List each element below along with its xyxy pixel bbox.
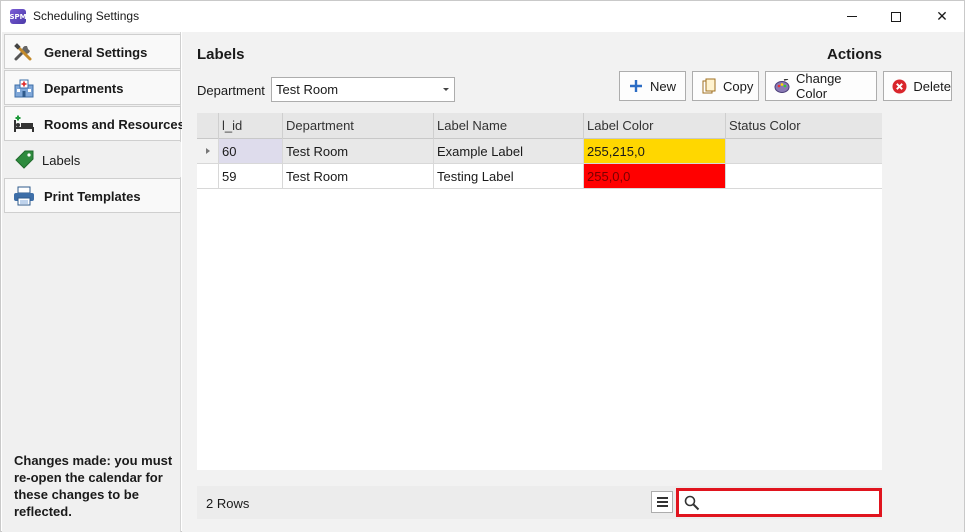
bed-icon (14, 115, 34, 132)
search-icon (684, 495, 700, 511)
palette-icon (774, 78, 790, 94)
row-count: 2 Rows (206, 496, 250, 511)
cell-label-color[interactable]: 255,215,0 (584, 139, 726, 163)
grid-menu-button[interactable] (651, 491, 673, 513)
copy-button-label: Copy (723, 78, 754, 94)
maximize-button[interactable] (873, 1, 919, 32)
labels-grid[interactable]: l_id Department Label Name Label Color S… (197, 113, 882, 470)
sidebar-item-label: Print Templates (44, 189, 141, 204)
window-title: Scheduling Settings (33, 9, 140, 23)
sidebar-item-general-settings[interactable]: General Settings (4, 34, 181, 69)
row-indicator[interactable] (197, 139, 219, 163)
new-button-label: New (650, 78, 677, 94)
sidebar-item-label: Labels (42, 153, 81, 168)
sidebar-item-label: Departments (44, 81, 124, 96)
cell-status-color[interactable] (726, 164, 882, 188)
copy-icon (701, 78, 717, 94)
grid-header: l_id Department Label Name Label Color S… (197, 113, 882, 139)
printer-icon (14, 186, 34, 206)
row-indicator-header (197, 113, 219, 139)
row-indicator[interactable] (197, 164, 219, 188)
title-bar: SPM Scheduling Settings ✕ (1, 1, 964, 32)
search-input[interactable] (703, 494, 873, 512)
close-button[interactable]: ✕ (919, 1, 965, 32)
cell-department[interactable]: Test Room (283, 164, 434, 188)
department-select-value: Test Room (276, 82, 339, 97)
department-label: Department (197, 83, 265, 98)
column-header-label-name[interactable]: Label Name (434, 113, 584, 139)
actions-heading: Actions (827, 46, 883, 63)
sidebar-item-label: Rooms and Resources (44, 117, 185, 132)
cell-label-color[interactable]: 255,0,0 (584, 164, 726, 188)
new-button[interactable]: New (619, 71, 686, 101)
copy-button[interactable]: Copy (692, 71, 759, 101)
column-header-status-color[interactable]: Status Color (726, 113, 882, 139)
page-title: Labels (197, 46, 245, 63)
cell-department[interactable]: Test Room (283, 139, 434, 163)
cell-status-color[interactable] (726, 139, 882, 163)
menu-icon-line (656, 505, 668, 507)
sidebar-item-label: General Settings (44, 45, 148, 60)
delete-button-label: Delete (913, 78, 951, 94)
column-header-l-id[interactable]: l_id (219, 113, 283, 139)
sidebar-item-rooms-and-resources[interactable]: Rooms and Resources (4, 106, 185, 141)
changes-note: Changes made: you must re-open the calen… (14, 453, 173, 519)
sidebar-item-print-templates[interactable]: Print Templates (4, 178, 181, 213)
close-icon: ✕ (936, 8, 948, 25)
current-row-arrow-icon (206, 148, 210, 154)
table-row[interactable]: 59 Test Room Testing Label 255,0,0 (197, 164, 882, 189)
delete-icon (892, 78, 907, 94)
maximize-icon (891, 11, 901, 22)
sidebar-item-departments[interactable]: Departments (4, 70, 181, 105)
cell-l-id[interactable]: 60 (219, 139, 283, 163)
minimize-button[interactable] (829, 1, 875, 32)
department-select[interactable]: Test Room (271, 77, 455, 102)
tools-icon (14, 43, 32, 61)
cell-l-id[interactable]: 59 (219, 164, 283, 188)
settings-sidebar: General Settings Departments Rooms and R… (2, 32, 185, 532)
grid-footer: 2 Rows (197, 486, 882, 519)
table-row[interactable]: 60 Test Room Example Label 255,215,0 (197, 139, 882, 164)
sidebar-item-labels[interactable]: Labels (4, 142, 181, 177)
app-icon-text: SPM (9, 12, 27, 21)
minimize-icon (847, 16, 857, 17)
menu-icon-line (656, 501, 668, 503)
app-icon: SPM (9, 9, 27, 24)
scheduling-settings-window: SPM Scheduling Settings ✕ General Settin… (0, 0, 965, 532)
change-color-button-label: Change Color (796, 71, 842, 101)
delete-button[interactable]: Delete (883, 71, 952, 101)
menu-icon (656, 497, 668, 499)
search-box[interactable] (676, 488, 882, 517)
cell-label-name[interactable]: Example Label (434, 139, 584, 163)
cell-label-name[interactable]: Testing Label (434, 164, 584, 188)
chevron-down-icon (443, 88, 449, 91)
tag-icon (15, 150, 34, 169)
plus-icon (628, 78, 644, 94)
hospital-icon (14, 79, 34, 98)
change-color-button[interactable]: Change Color (765, 71, 877, 101)
column-header-department[interactable]: Department (283, 113, 434, 139)
labels-panel: Labels Actions Department Test Room New … (182, 32, 964, 532)
column-header-label-color[interactable]: Label Color (584, 113, 726, 139)
